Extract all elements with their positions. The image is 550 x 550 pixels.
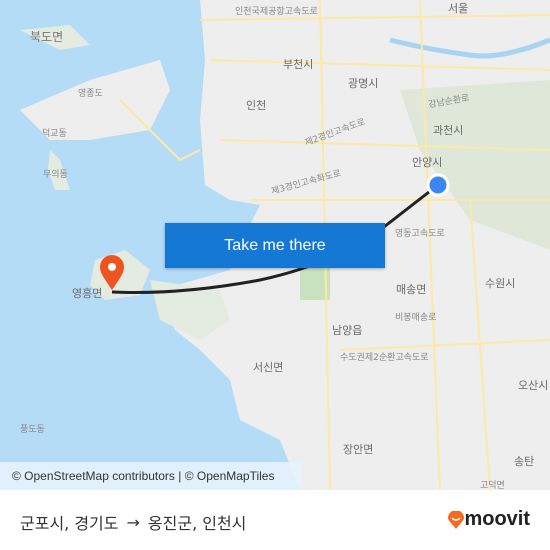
- map-label: 영흥면: [72, 287, 103, 300]
- map-label: 비봉매송로: [395, 313, 437, 323]
- map[interactable]: 서울 인천국제공항고속도로 북도면 부천시 광명시 영종도 인천 강남순환로 과…: [0, 0, 550, 490]
- destination-name: 옹진군, 인천시: [147, 514, 247, 533]
- map-label: 인천국제공항고속도로: [235, 7, 318, 17]
- origin-name: 군포시, 경기도: [20, 514, 119, 533]
- map-label: 장안면: [343, 443, 374, 456]
- map-label: 광명시: [348, 77, 379, 90]
- route-title: 군포시, 경기도 → 옹진군, 인천시: [20, 510, 246, 534]
- map-label: 송탄: [514, 455, 535, 468]
- map-label: 풍도동: [20, 425, 45, 435]
- map-label: 고덕면: [480, 481, 505, 490]
- moovit-wordmark: moovit: [464, 508, 530, 530]
- take-me-there-button[interactable]: Take me there: [165, 223, 385, 268]
- origin-marker[interactable]: [426, 173, 450, 197]
- map-label: 서신면: [253, 361, 284, 374]
- map-label: 부천시: [283, 58, 314, 71]
- map-label: 남양읍: [332, 324, 363, 337]
- moovit-pin-icon: [448, 510, 465, 529]
- moovit-logo: moovit: [448, 508, 530, 531]
- map-label: 오산시: [518, 379, 549, 392]
- map-label: 덕교동: [42, 129, 67, 139]
- map-label: 영종도: [78, 89, 103, 99]
- arrow-right-icon: →: [126, 512, 140, 532]
- map-label: 인천: [246, 99, 267, 112]
- map-label: 수도권제2순환고속도로: [340, 353, 429, 363]
- footer: 군포시, 경기도 → 옹진군, 인천시 moovit: [0, 490, 550, 550]
- map-label: 안양시: [412, 156, 443, 169]
- map-label: 과천시: [433, 124, 464, 137]
- map-label: 영동고속도로: [395, 229, 445, 239]
- map-label: 매송면: [396, 283, 427, 296]
- map-attribution[interactable]: © OpenStreetMap contributors | © OpenMap…: [0, 462, 302, 490]
- map-label: 수원시: [485, 277, 516, 290]
- map-label: 북도면: [30, 30, 64, 44]
- map-label: 무의동: [43, 170, 68, 180]
- map-label: 서울: [448, 2, 469, 15]
